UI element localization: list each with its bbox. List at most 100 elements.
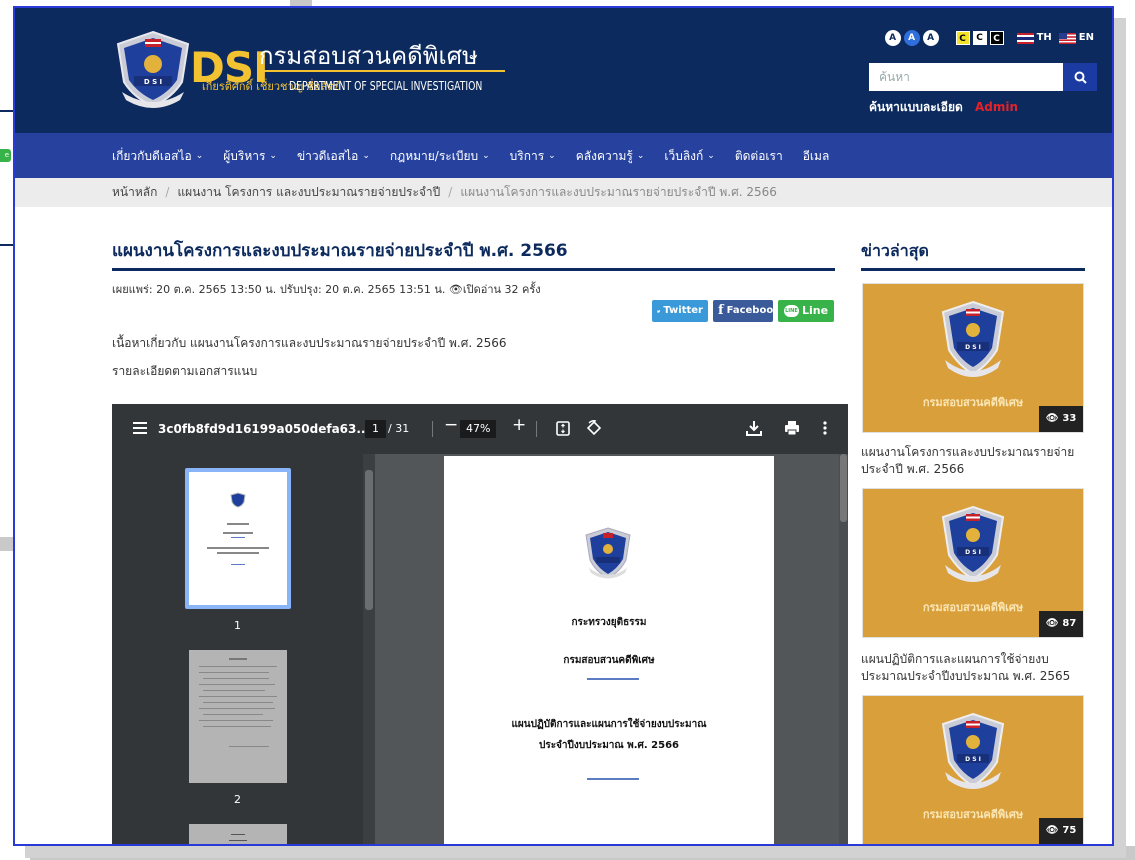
- dsi-emblem-icon: D S I: [941, 505, 1005, 582]
- rotate-icon[interactable]: [586, 420, 602, 436]
- advanced-search-link[interactable]: ค้นหาแบบละเอียด: [869, 99, 963, 115]
- thumbnail-text-line: [229, 840, 247, 841]
- thumbnail-text-line: [231, 834, 245, 835]
- thumbnail-text-line: [199, 684, 275, 685]
- published-date: 20 ต.ค. 2565 13:50 น.: [156, 283, 277, 296]
- thumbnail-text-line: [203, 702, 273, 703]
- pdf-page-input[interactable]: 1: [365, 420, 386, 438]
- nav-item-laws[interactable]: กฎหมาย/ระเบียบ ⌄: [390, 148, 490, 164]
- pdf-thumbnail-page[interactable]: [189, 472, 287, 605]
- breadcrumb-separator: /: [165, 185, 170, 199]
- thumbnail-page-number: 1: [234, 619, 241, 632]
- dsi-emblem-icon: [230, 492, 246, 508]
- lang-th-link[interactable]: TH: [1016, 31, 1052, 45]
- pdf-page-divider: [587, 678, 639, 680]
- pdf-page-text: กรมสอบสวนคดีพิเศษ: [563, 655, 655, 666]
- twitter-share-button[interactable]: Twitter: [652, 300, 708, 322]
- chevron-down-icon: ⌄: [548, 150, 556, 161]
- contrast-black-button[interactable]: C: [989, 31, 1004, 45]
- pdf-thumbnail-page[interactable]: [189, 650, 287, 783]
- news-card-title[interactable]: แผนงานโครงการและงบประมาณรายจ่ายประจำปี พ…: [861, 444, 1091, 478]
- print-icon[interactable]: [784, 420, 800, 436]
- search-button[interactable]: [1063, 63, 1097, 91]
- main-nav: เกี่ยวกับดีเอสไอ ⌄ ผู้บริหาร ⌄ ข่าวดีเอสไอ…: [15, 133, 1112, 178]
- font-size-medium-button[interactable]: A: [903, 30, 920, 46]
- thumbnail-text-line: [223, 532, 253, 534]
- zoom-out-icon[interactable]: −: [444, 417, 458, 434]
- thumbnail-text-line: [207, 547, 269, 549]
- view-count: เปิดอ่าน 32 ครั้ง: [462, 283, 541, 296]
- background-badge: e: [0, 149, 11, 162]
- search-input[interactable]: [869, 63, 1063, 91]
- toolbar-divider: [536, 421, 537, 437]
- accessibility-bar: A A A C C C TH EN: [884, 30, 1094, 46]
- nav-label: บริการ: [509, 148, 545, 163]
- logo-thai-name[interactable]: กรมสอบสวนคดีพิเศษ: [259, 42, 478, 70]
- news-card-image[interactable]: D S I กรมสอบสวนคดีพิเศษ 👁 87: [863, 489, 1083, 637]
- nav-item-about[interactable]: เกี่ยวกับดีเอสไอ ⌄: [112, 148, 203, 164]
- breadcrumb-section[interactable]: แผนงาน โครงการ และงบประมาณรายจ่ายประจำปี: [177, 185, 440, 199]
- article-body-line: รายละเอียดตามเอกสารแนบ: [112, 364, 258, 378]
- contrast-white-button[interactable]: C: [972, 31, 987, 45]
- pdf-thumbnail-page[interactable]: [189, 824, 287, 844]
- news-card-image[interactable]: D S I กรมสอบสวนคดีพิเศษ 👁 75: [863, 696, 1083, 844]
- line-share-button[interactable]: LINE Line: [778, 300, 834, 322]
- zoom-in-icon[interactable]: +: [512, 417, 526, 434]
- scrollbar-thumb[interactable]: [840, 454, 847, 522]
- dsi-emblem-icon[interactable]: D S I: [112, 30, 194, 110]
- twitter-label: Twitter: [663, 305, 703, 316]
- view-count-badge: 👁 75: [1039, 818, 1083, 844]
- download-icon[interactable]: [746, 420, 762, 436]
- more-options-icon[interactable]: [823, 421, 827, 435]
- nav-item-contact[interactable]: ติดต่อเรา: [735, 148, 783, 164]
- thumbnail-text-line: [231, 537, 245, 538]
- nav-item-knowledge[interactable]: คลังความรู้ ⌄: [576, 148, 645, 164]
- thumbnail-text-line: [199, 696, 277, 697]
- nav-item-email[interactable]: อีเมล: [803, 148, 830, 164]
- pdf-scrollbar[interactable]: [839, 454, 848, 844]
- eye-icon: 👁: [1045, 618, 1059, 629]
- pdf-zoom-value[interactable]: 47%: [460, 420, 497, 438]
- news-card-image[interactable]: D S I กรมสอบสวนคดีพิเศษ 👁 33: [863, 284, 1083, 432]
- background-window-edge: [30, 846, 1135, 860]
- contrast-yellow-button[interactable]: C: [955, 31, 970, 45]
- admin-link[interactable]: Admin: [975, 99, 1018, 115]
- browser-window: D S I DSI กรมสอบสวนคดีพิเศษ เกียรติศักดิ…: [13, 6, 1114, 846]
- thumbnail-page-number: 2: [234, 793, 241, 806]
- toolbar-divider: [432, 421, 433, 437]
- facebook-share-button[interactable]: f Facebook: [713, 300, 780, 322]
- menu-icon[interactable]: [133, 422, 147, 434]
- pdf-viewer[interactable]: 3c0fb8fd9d16199a050defa63... 1 / 31 − 47…: [112, 404, 848, 844]
- chevron-down-icon: ⌄: [482, 150, 490, 161]
- nav-item-weblinks[interactable]: เว็บลิงก์ ⌄: [664, 148, 714, 164]
- chevron-down-icon: ⌄: [707, 150, 715, 161]
- pdf-page-text: ประจำปีงบประมาณ พ.ศ. 2566: [538, 740, 680, 751]
- news-card-title[interactable]: แผนปฏิบัติการและแผนการใช้จ่ายงบประมาณประ…: [861, 651, 1091, 685]
- nav-label: ข่าวดีเอสไอ: [296, 148, 359, 163]
- pdf-page-text: กระทรวงยุติธรรม: [571, 617, 647, 628]
- thumbnail-text-line: [203, 714, 263, 715]
- thumbnail-text-line: [199, 708, 275, 709]
- font-size-small-button[interactable]: A: [884, 30, 901, 46]
- thumbnail-text-line: [217, 552, 259, 554]
- pdf-page-divider: [587, 778, 639, 780]
- article-meta: เผยแพร่: 20 ต.ค. 2565 13:50 น. ปรับปรุง:…: [112, 282, 541, 298]
- chevron-down-icon: ⌄: [636, 150, 645, 161]
- font-size-large-button[interactable]: A: [922, 30, 939, 46]
- nav-label: ติดต่อเรา: [734, 148, 783, 163]
- pdf-thumbnail-panel[interactable]: 1 2: [112, 454, 375, 844]
- nav-item-services[interactable]: บริการ ⌄: [510, 148, 556, 164]
- nav-label: เกี่ยวกับดีเอสไอ: [112, 148, 192, 163]
- svg-text:D S I: D S I: [965, 549, 981, 556]
- logo-underline: [259, 70, 505, 72]
- nav-item-executives[interactable]: ผู้บริหาร ⌄: [223, 148, 277, 164]
- thumbnail-scrollbar[interactable]: [363, 454, 375, 844]
- breadcrumb-home[interactable]: หน้าหลัก: [112, 185, 157, 199]
- published-label: เผยแพร่:: [112, 283, 153, 296]
- view-count: 87: [1062, 618, 1077, 629]
- screenshot-canvas: e D S I DSI กรมสอบสวนคดีพิเศษ เกียรติศัก…: [0, 0, 1135, 860]
- scrollbar-thumb[interactable]: [365, 470, 373, 610]
- lang-en-link[interactable]: EN: [1058, 31, 1094, 45]
- fit-page-icon[interactable]: [556, 421, 570, 436]
- nav-item-news[interactable]: ข่าวดีเอสไอ ⌄: [297, 148, 370, 164]
